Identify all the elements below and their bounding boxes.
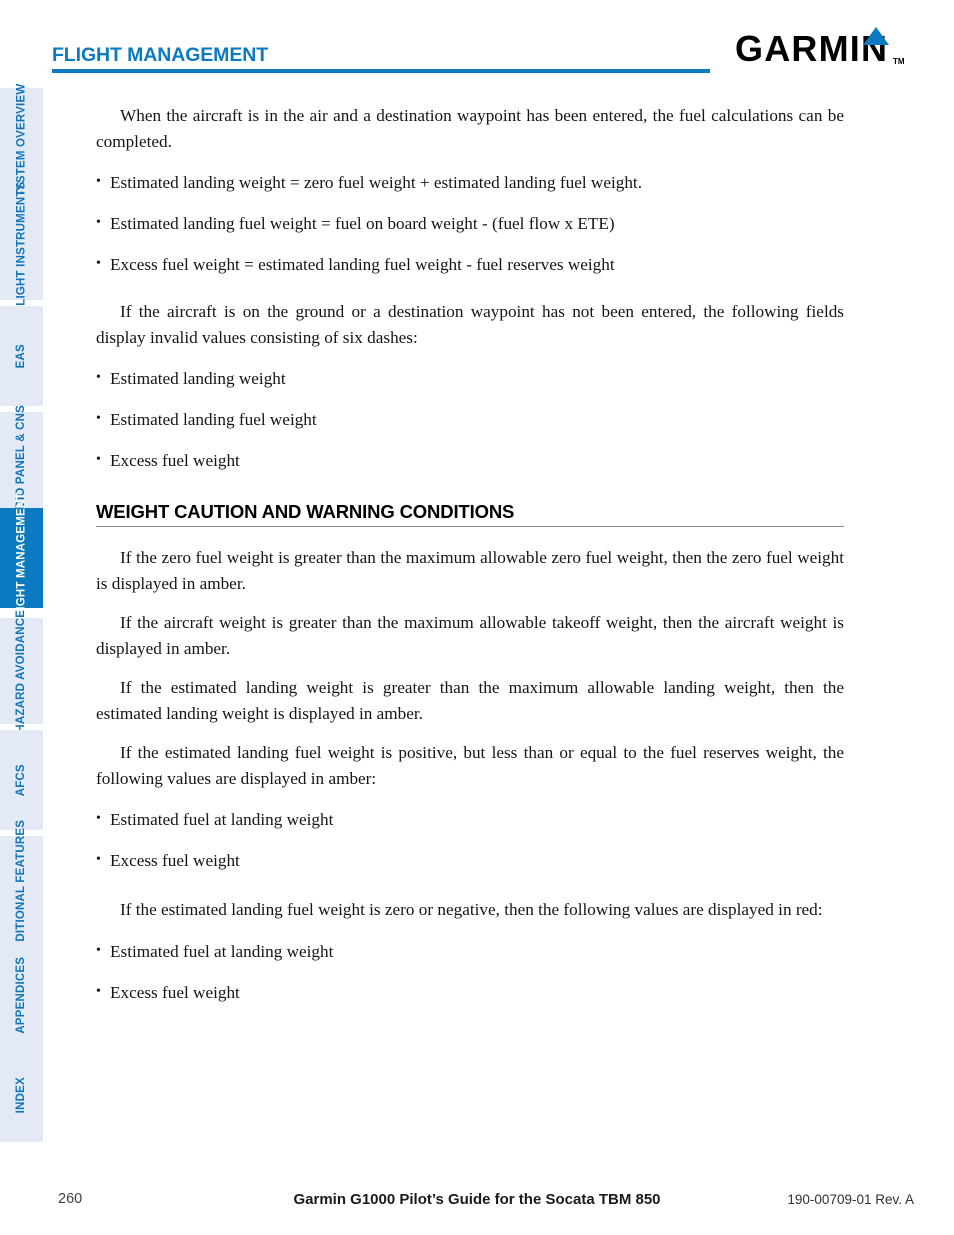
paragraph-landing-fuel-weight-red: If the estimated landing fuel weight is … (120, 900, 823, 919)
list-item: Estimated landing fuel weight (96, 406, 844, 432)
sidebar-item-eas[interactable]: EAS (0, 306, 43, 406)
paragraph-fuel-calculations: When the aircraft is in the air and a de… (96, 106, 844, 151)
page-title: FLIGHT MANAGEMENT (52, 44, 269, 66)
list-item: Estimated landing fuel weight = fuel on … (96, 210, 844, 236)
header-divider (52, 69, 710, 73)
page-footer: 260 Garmin G1000 Pilot’s Guide for the S… (0, 1188, 954, 1214)
list-item: Excess fuel weight = estimated landing f… (96, 251, 844, 277)
paragraph-zero-fuel-weight-amber: If the zero fuel weight is greater than … (96, 548, 844, 593)
sidebar-item-flight-management[interactable]: FLIGHT MANAGEMENT (0, 492, 43, 624)
sidebar-item-label: EAS (15, 343, 28, 369)
list-item: Estimated fuel at landing weight (96, 938, 844, 964)
sidebar-item-label: ADDITIONAL FEATURES (15, 819, 28, 959)
sidebar-item-label: APPENDICES (15, 956, 28, 1034)
page-content: When the aircraft is in the air and a de… (96, 103, 844, 1005)
list-item: Excess fuel weight (96, 847, 844, 873)
sidebar-item-label: FLIGHT MANAGEMENT (15, 492, 28, 624)
garmin-logo: GARMIN TM (735, 25, 915, 71)
sidebar-item-label: HAZARD AVOIDANCE (15, 609, 28, 733)
sidebar-item-label: FLIGHT INSTRUMENTS (15, 181, 28, 313)
bullet-list-invalid-fields: Estimated landing weight Estimated landi… (96, 365, 844, 473)
sidebar-item-flight-instruments[interactable]: FLIGHT INSTRUMENTS (0, 181, 43, 313)
list-item: Excess fuel weight (96, 979, 844, 1005)
footer-document-number: 190-00709-01 Rev. A (787, 1192, 914, 1207)
paragraph-invalid-values: If the aircraft is on the ground or a de… (96, 302, 844, 347)
section-heading-weight-caution: WEIGHT CAUTION AND WARNING CONDITIONS (96, 501, 515, 522)
garmin-triangle-icon (863, 27, 889, 45)
sidebar-item-label: INDEX (15, 1076, 28, 1114)
list-item: Estimated landing weight = zero fuel wei… (96, 169, 844, 195)
sidebar-item-hazard-avoidance[interactable]: HAZARD AVOIDANCE (0, 610, 43, 732)
list-item: Estimated landing weight (96, 365, 844, 391)
sidebar-item-index[interactable]: INDEX (0, 1048, 43, 1142)
section-heading-block: WEIGHT CAUTION AND WARNING CONDITIONS (96, 501, 844, 527)
chapter-tab-rail: SYSTEM OVERVIEW FLIGHT INSTRUMENTS EAS A… (0, 0, 44, 1235)
paragraph-aircraft-weight-amber: If the aircraft weight is greater than t… (96, 613, 844, 658)
list-item: Excess fuel weight (96, 447, 844, 473)
paragraph-estimated-landing-weight-amber: If the estimated landing weight is great… (96, 678, 844, 723)
sidebar-item-appendices[interactable]: APPENDICES (0, 942, 43, 1048)
sidebar-item-afcs[interactable]: AFCS (0, 730, 43, 830)
sidebar-item-label: AFCS (15, 763, 28, 797)
bullet-list-amber-values: Estimated fuel at landing weight Excess … (96, 806, 844, 873)
bullet-list-red-values: Estimated fuel at landing weight Excess … (96, 938, 844, 1005)
list-item: Estimated fuel at landing weight (96, 806, 844, 832)
bullet-list-fuel-formulas: Estimated landing weight = zero fuel wei… (96, 169, 844, 277)
paragraph-landing-fuel-weight-amber: If the estimated landing fuel weight is … (96, 743, 844, 788)
sidebar-item-additional-features[interactable]: ADDITIONAL FEATURES (0, 820, 43, 958)
sidebar-item-system-overview[interactable]: SYSTEM OVERVIEW (0, 83, 43, 199)
trademark-symbol: TM (893, 57, 905, 66)
